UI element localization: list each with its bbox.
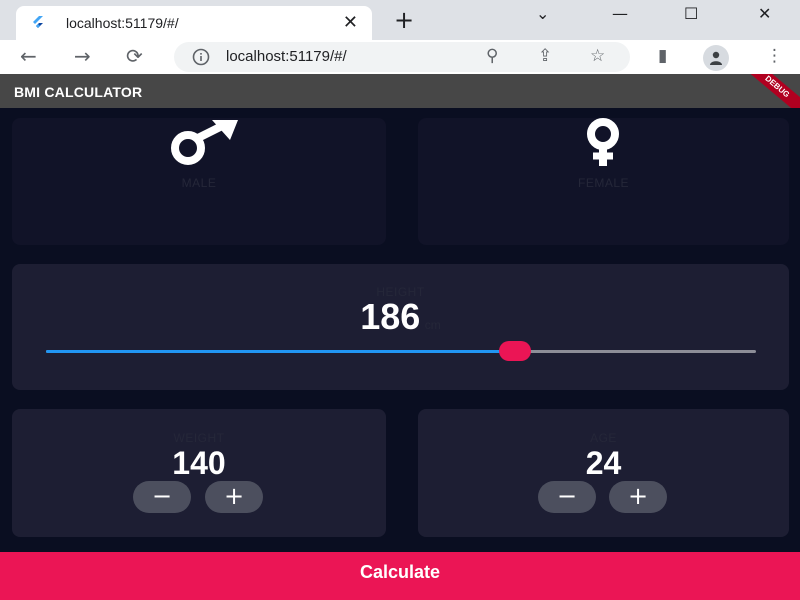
side-panel-icon[interactable]: ▮ xyxy=(658,46,667,66)
weight-card: WEIGHT 140 − + xyxy=(12,409,386,537)
venus-icon xyxy=(587,118,619,166)
address-bar[interactable]: localhost:51179/#/ ⚲ ⇪ ☆ xyxy=(174,42,630,72)
minimize-icon[interactable]: — xyxy=(612,4,628,23)
app-title: BMI CALCULATOR xyxy=(14,84,143,100)
age-plus-button[interactable]: + xyxy=(609,481,667,513)
maximize-icon[interactable]: ☐ xyxy=(684,4,698,23)
height-card: HEIGHT 186 cm xyxy=(12,264,789,390)
calculate-button[interactable]: Calculate xyxy=(0,552,800,600)
reload-icon[interactable]: ⟳ xyxy=(126,44,143,68)
height-unit: cm xyxy=(424,318,441,332)
browser-toolbar: ← → ⟳ localhost:51179/#/ ⚲ ⇪ ☆ ▮ ⋮ xyxy=(0,40,800,74)
height-value: 186 xyxy=(360,296,421,337)
tab-title: localhost:51179/#/ xyxy=(66,15,179,31)
zoom-icon[interactable]: ⚲ xyxy=(486,46,498,66)
weight-value: 140 xyxy=(172,445,226,481)
tab-close-icon[interactable]: ✕ xyxy=(343,12,358,33)
flutter-icon xyxy=(33,16,43,28)
new-tab-icon[interactable]: + xyxy=(394,8,414,32)
profile-avatar[interactable] xyxy=(703,45,729,71)
window-close-icon[interactable]: ✕ xyxy=(758,4,771,23)
address-url[interactable]: localhost:51179/#/ xyxy=(226,48,347,65)
age-value: 24 xyxy=(585,445,622,481)
mars-icon xyxy=(171,120,238,165)
male-card[interactable]: MALE xyxy=(12,118,386,245)
app-bar: BMI CALCULATOR DEBUG xyxy=(0,74,800,108)
debug-banner: DEBUG xyxy=(738,74,800,108)
weight-minus-button[interactable]: − xyxy=(133,481,191,513)
female-label: FEMALE xyxy=(577,176,629,190)
weight-label: WEIGHT xyxy=(173,431,225,445)
height-value-row: 186 cm xyxy=(12,296,789,338)
forward-icon[interactable]: → xyxy=(74,44,91,68)
bookmark-star-icon[interactable]: ☆ xyxy=(590,46,605,66)
height-slider[interactable] xyxy=(46,350,756,353)
age-card: AGE 24 − + xyxy=(418,409,789,537)
height-slider-thumb[interactable] xyxy=(498,341,531,361)
browser-tab[interactable]: localhost:51179/#/ ✕ xyxy=(16,6,372,40)
share-icon[interactable]: ⇪ xyxy=(538,46,552,66)
person-icon xyxy=(710,51,722,65)
weight-plus-button[interactable]: + xyxy=(205,481,263,513)
male-label: MALE xyxy=(181,176,217,190)
height-slider-fill xyxy=(46,350,515,353)
female-card[interactable]: FEMALE xyxy=(418,118,789,245)
site-info-icon[interactable] xyxy=(192,48,210,66)
tab-search-icon[interactable]: ⌄ xyxy=(536,4,549,23)
age-minus-button[interactable]: − xyxy=(538,481,596,513)
menu-icon[interactable]: ⋮ xyxy=(766,46,783,66)
back-icon[interactable]: ← xyxy=(20,44,37,68)
browser-tabstrip: localhost:51179/#/ ✕ + ⌄ — ☐ ✕ xyxy=(0,0,800,40)
age-label: AGE xyxy=(590,431,617,445)
